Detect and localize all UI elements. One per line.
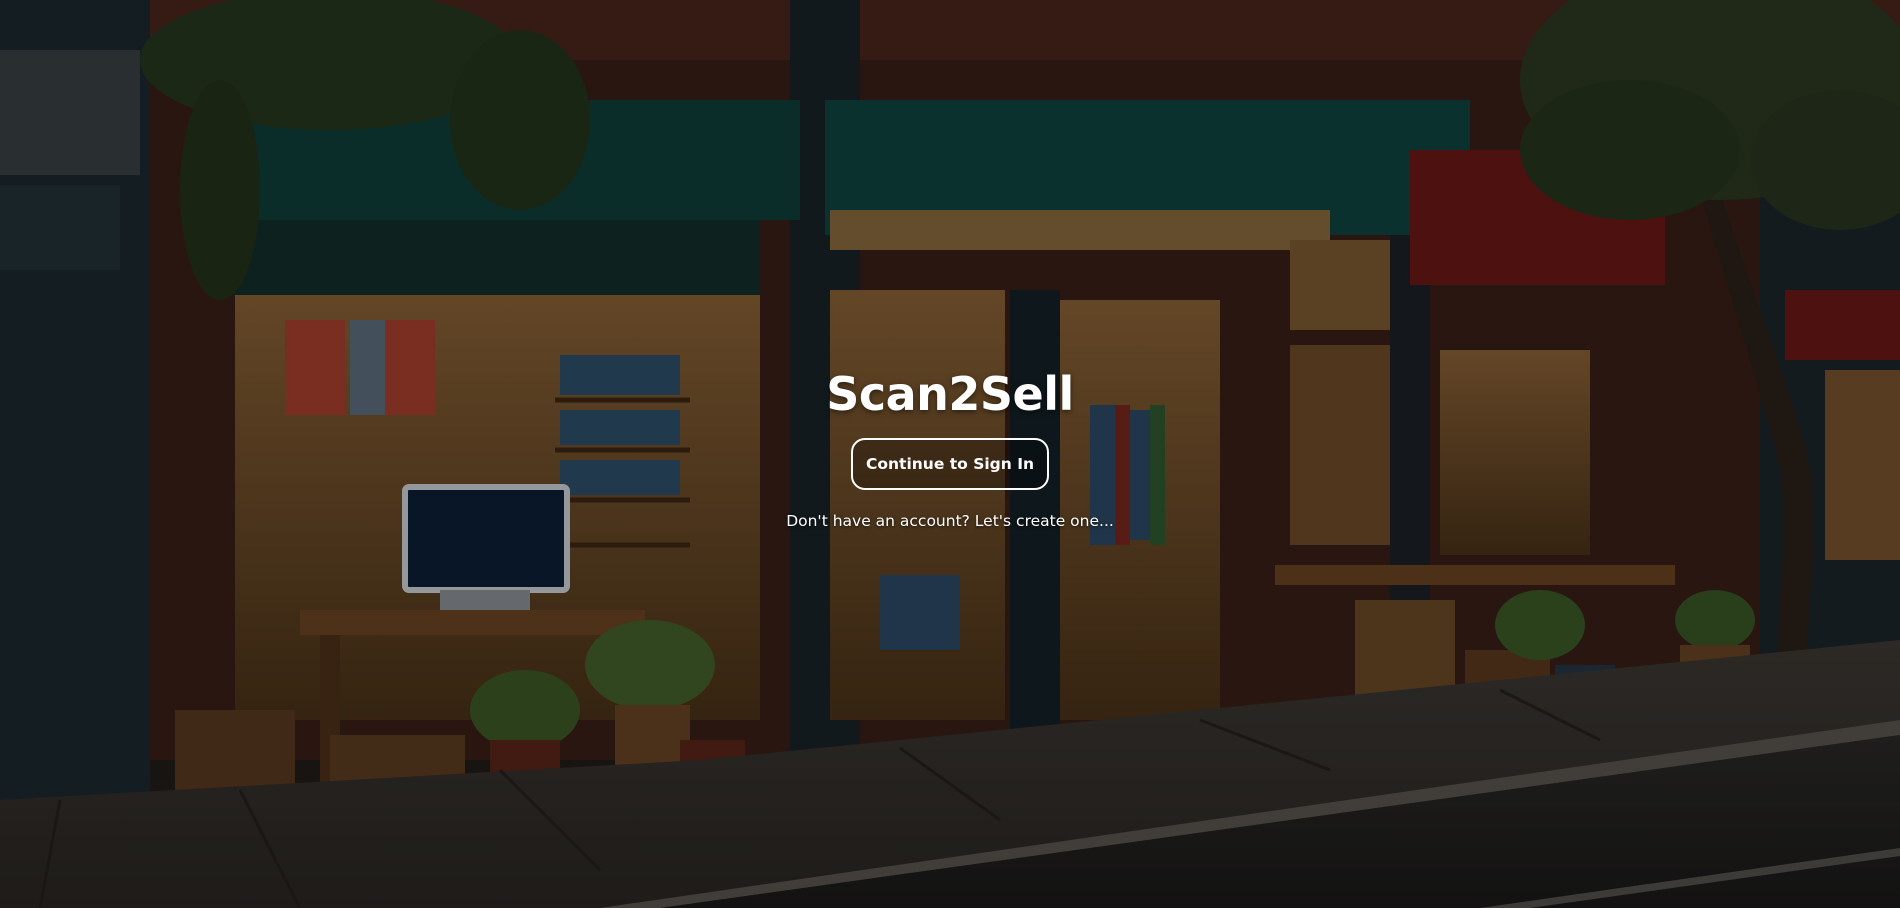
continue-to-sign-in-button[interactable]: Continue to Sign In (851, 438, 1049, 490)
landing-page: Scan2Sell Continue to Sign In Don't have… (0, 0, 1900, 908)
create-account-link[interactable]: Don't have an account? Let's create one.… (786, 512, 1114, 530)
